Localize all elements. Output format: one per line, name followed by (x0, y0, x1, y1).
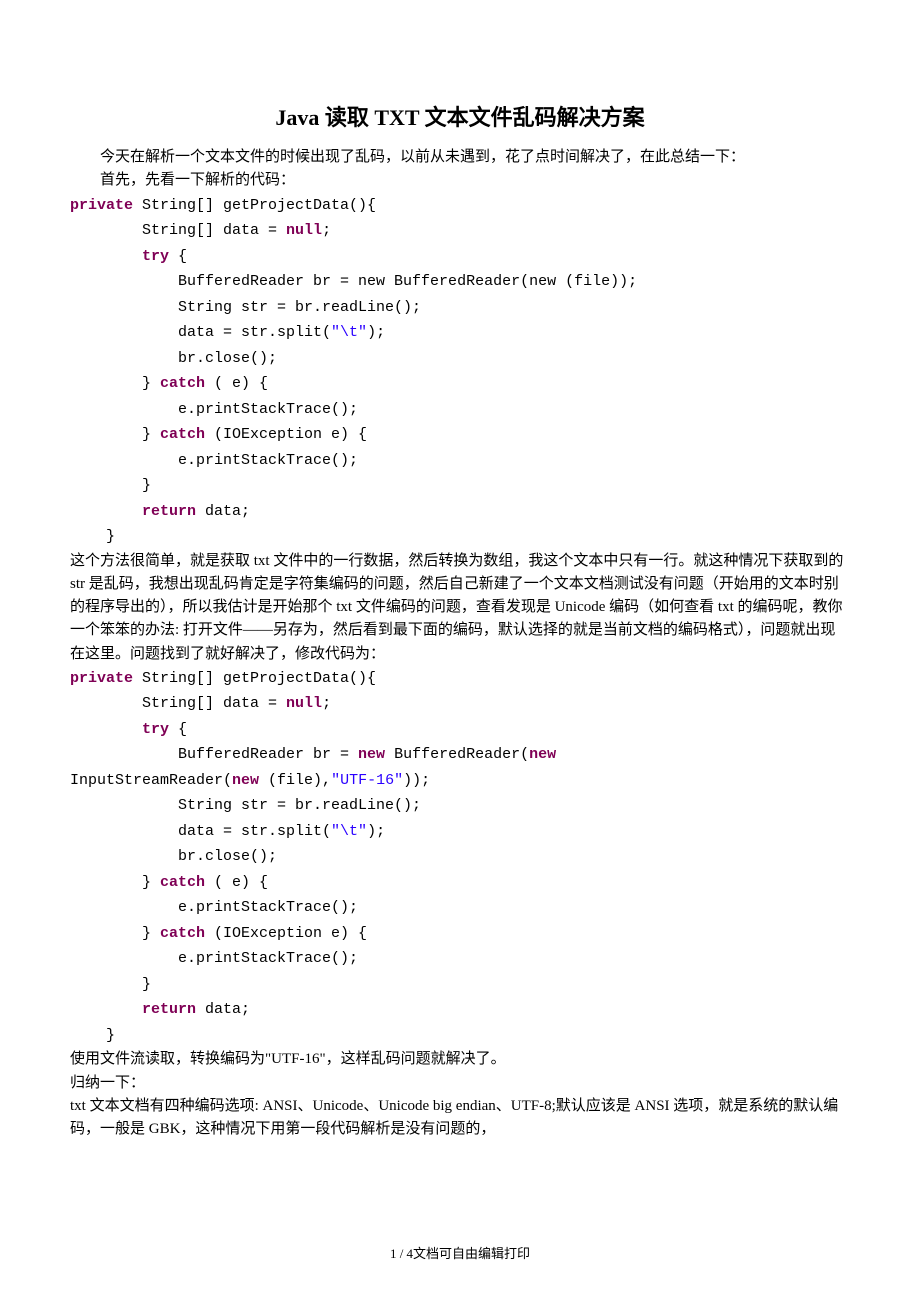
code-text: BufferedReader br = (70, 746, 358, 763)
page-title: Java 读取 TXT 文本文件乱码解决方案 (70, 100, 850, 132)
keyword-new: new (232, 772, 259, 789)
code-text: data = str.split( (70, 324, 331, 341)
code-text (70, 248, 142, 265)
code-text: String[] getProjectData(){ (133, 670, 376, 687)
code-text: } (70, 925, 160, 942)
paragraph-summary-heading: 归纳一下： (70, 1072, 850, 1095)
code-text: BufferedReader( (385, 746, 529, 763)
code-text: (file), (259, 772, 331, 789)
code-text (70, 1001, 142, 1018)
keyword-return: return (142, 1001, 196, 1018)
keyword-new: new (529, 746, 556, 763)
keyword-catch: catch (160, 925, 205, 942)
keyword-catch: catch (160, 375, 205, 392)
keyword-private: private (70, 670, 133, 687)
code-text (556, 746, 565, 763)
code-text: data; (196, 503, 250, 520)
code-text: e.printStackTrace(); (70, 899, 358, 916)
code-text: br.close(); (70, 848, 277, 865)
code-text: } (70, 477, 151, 494)
code-text: e.printStackTrace(); (70, 401, 358, 418)
code-text: { (169, 721, 187, 738)
code-text: String str = br.readLine(); (70, 797, 421, 814)
code-text: } (70, 1027, 115, 1044)
document-page: Java 读取 TXT 文本文件乱码解决方案 今天在解析一个文本文件的时候出现了… (0, 0, 920, 1302)
code-text: data = str.split( (70, 823, 331, 840)
code-text: (IOException e) { (205, 426, 367, 443)
code-text (70, 503, 142, 520)
code-text: ; (322, 695, 331, 712)
code-text: BufferedReader br = new BufferedReader(n… (70, 273, 637, 290)
paragraph-explain-1: 这个方法很简单，就是获取 txt 文件中的一行数据，然后转换为数组，我这个文本中… (70, 550, 850, 666)
keyword-try: try (142, 248, 169, 265)
page-footer: 1 / 4文档可自由编辑打印 (0, 1243, 920, 1262)
code-text: String str = br.readLine(); (70, 299, 421, 316)
code-text: String[] data = (70, 695, 286, 712)
keyword-return: return (142, 503, 196, 520)
code-text: )); (403, 772, 430, 789)
code-text: (IOException e) { (205, 925, 367, 942)
code-block-2: private String[] getProjectData(){ Strin… (70, 666, 850, 1049)
keyword-private: private (70, 197, 133, 214)
code-text: String[] getProjectData(){ (133, 197, 376, 214)
code-text: br.close(); (70, 350, 277, 367)
code-text: } (70, 426, 160, 443)
code-text: { (169, 248, 187, 265)
code-text: InputStreamReader( (70, 772, 232, 789)
keyword-try: try (142, 721, 169, 738)
code-text: ; (322, 222, 331, 239)
code-text: ( e) { (205, 375, 268, 392)
code-text (70, 721, 142, 738)
paragraph-summary-1: txt 文本文档有四种编码选项: ANSI、Unicode、Unicode bi… (70, 1095, 850, 1142)
keyword-null: null (286, 695, 322, 712)
code-text: } (70, 874, 160, 891)
string-literal: "UTF-16" (331, 772, 403, 789)
code-block-1: private String[] getProjectData(){ Strin… (70, 193, 850, 550)
keyword-catch: catch (160, 426, 205, 443)
code-text: e.printStackTrace(); (70, 950, 358, 967)
paragraph-intro-1: 今天在解析一个文本文件的时候出现了乱码，以前从未遇到，花了点时间解决了，在此总结… (70, 146, 850, 169)
code-text: ( e) { (205, 874, 268, 891)
string-literal: "\t" (331, 823, 367, 840)
paragraph-explain-2: 使用文件流读取，转换编码为"UTF-16"，这样乱码问题就解决了。 (70, 1048, 850, 1071)
keyword-catch: catch (160, 874, 205, 891)
code-text: } (70, 976, 151, 993)
code-text: } (70, 528, 115, 545)
string-literal: "\t" (331, 324, 367, 341)
code-text: data; (196, 1001, 250, 1018)
keyword-null: null (286, 222, 322, 239)
code-text: ); (367, 324, 385, 341)
paragraph-intro-2: 首先，先看一下解析的代码： (70, 169, 850, 192)
keyword-new: new (358, 746, 385, 763)
code-text: e.printStackTrace(); (70, 452, 358, 469)
code-text: } (70, 375, 160, 392)
code-text: ); (367, 823, 385, 840)
code-text: String[] data = (70, 222, 286, 239)
